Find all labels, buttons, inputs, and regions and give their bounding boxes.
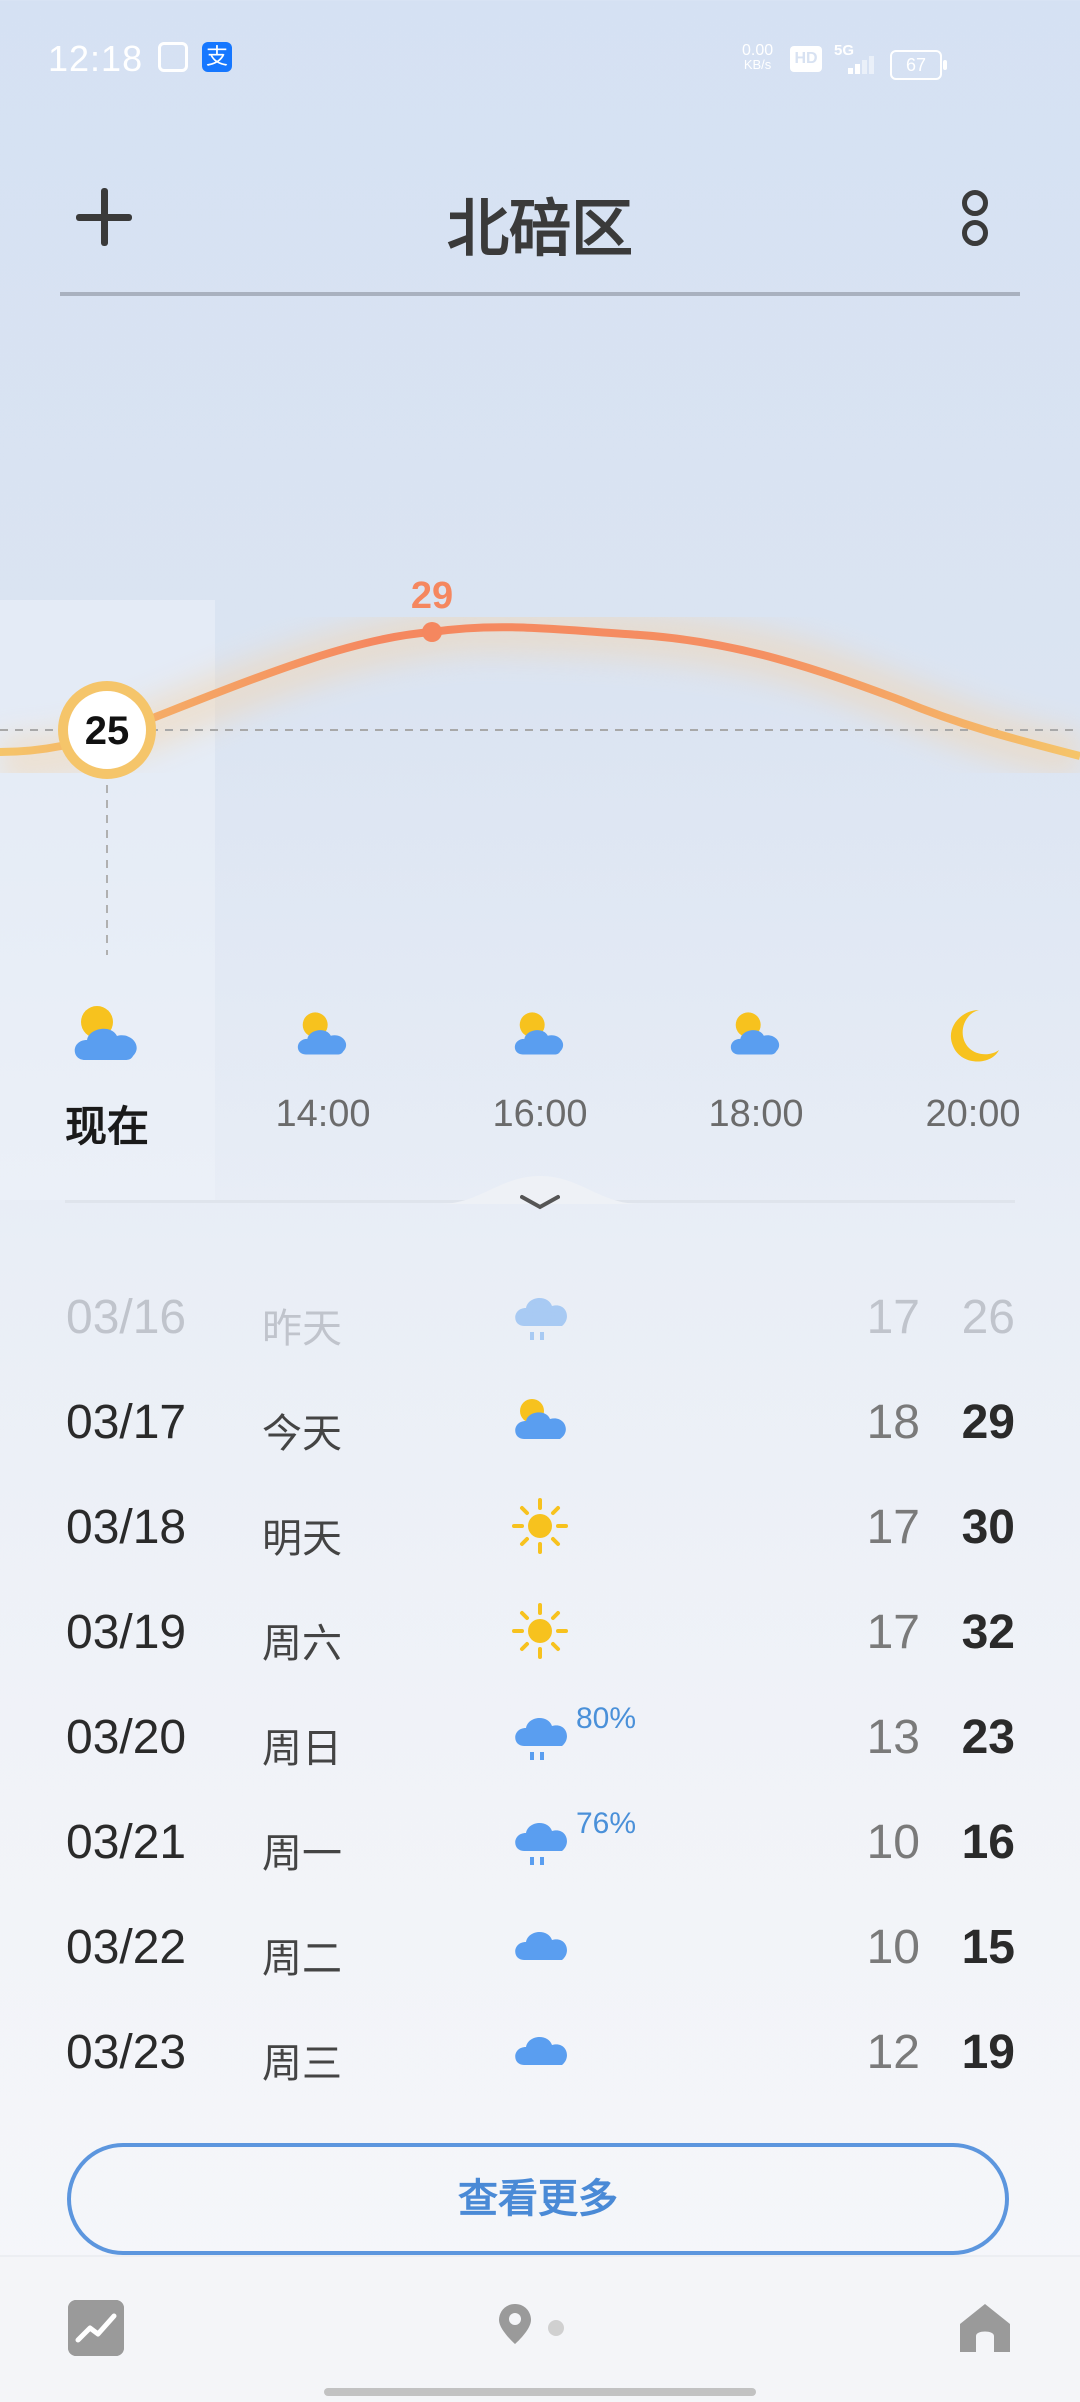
view-more-button[interactable]: 查看更多 (67, 2143, 1009, 2255)
daily-day: 明天 (262, 1517, 342, 1561)
daily-date: 03/19 (66, 1606, 187, 1659)
daily-low: 10 (866, 1816, 920, 1869)
net-speed: 0.00 KB/s (742, 42, 774, 72)
partly-cloudy-icon (514, 1012, 564, 1055)
daily-pop: 76% (576, 1807, 637, 1840)
rain-cloud-icon (515, 1297, 567, 1340)
temperature-curve-chart: 29 25 (0, 575, 1080, 955)
hour-item[interactable]: 20:00 (898, 1000, 1048, 1136)
cloud-icon (515, 1931, 567, 1960)
daily-high: 15 (961, 1921, 1015, 1974)
hour-label: 18:00 (708, 1093, 804, 1135)
moon-icon (950, 1010, 999, 1062)
daily-day: 周一 (262, 1832, 342, 1876)
hour-item[interactable]: 14:00 (248, 1000, 398, 1136)
daily-low: 10 (866, 1921, 920, 1974)
hour-label: 16:00 (492, 1093, 588, 1135)
daily-high: 16 (961, 1816, 1015, 1869)
daily-date: 03/20 (66, 1711, 187, 1764)
city-title: 北碚区 (446, 195, 633, 264)
daily-high: 23 (961, 1711, 1015, 1764)
daily-row[interactable]: 03/17 今天 18 29 (0, 1365, 1080, 1470)
daily-pop: 80% (576, 1702, 637, 1735)
daily-high: 19 (961, 2026, 1015, 2079)
daily-date: 03/21 (66, 1816, 187, 1869)
hour-label: 现在 (64, 1103, 149, 1150)
trend-chart-icon[interactable] (68, 2300, 124, 2356)
shield-app-icon (158, 42, 188, 72)
status-time: 12:18 (48, 38, 144, 79)
hour-item[interactable]: 18:00 (681, 1000, 831, 1136)
daily-low: 12 (866, 2026, 920, 2079)
daily-row[interactable]: 03/16 昨天 17 26 (0, 1260, 1080, 1365)
bottom-nav (0, 2255, 1080, 2402)
more-options-button[interactable] (955, 190, 991, 250)
current-temp-label: 25 (85, 709, 130, 753)
partly-cloudy-icon (297, 1012, 347, 1055)
signal-label: 5G (834, 42, 855, 59)
daily-date: 03/23 (66, 2026, 187, 2079)
cloud-icon (515, 2036, 567, 2065)
daily-date: 03/18 (66, 1501, 187, 1554)
daily-day: 周三 (262, 2042, 342, 2086)
daily-low: 17 (866, 1291, 920, 1344)
hour-item[interactable]: 16:00 (465, 1000, 615, 1136)
location-pin-icon[interactable] (497, 2302, 533, 2346)
net-speed-value: 0.00 (742, 42, 774, 59)
daily-low: 17 (866, 1606, 920, 1659)
daily-low: 13 (866, 1711, 920, 1764)
curve-glow (0, 605, 1080, 784)
daily-row[interactable]: 03/19 周六 17 32 (0, 1575, 1080, 1680)
chevron-down-icon[interactable] (520, 1193, 560, 1213)
daily-row[interactable]: 03/20 周日 80% 13 23 (0, 1680, 1080, 1785)
daily-row[interactable]: 03/22 周二 10 15 (0, 1890, 1080, 1995)
daily-high: 29 (961, 1396, 1015, 1449)
daily-day: 周日 (262, 1727, 342, 1771)
daily-day: 昨天 (262, 1307, 342, 1351)
partly-cloudy-icon (74, 1006, 137, 1060)
sun-icon (512, 1603, 568, 1659)
daily-date: 03/17 (66, 1396, 187, 1449)
daily-low: 17 (866, 1501, 920, 1554)
signal-icon: 5G (834, 42, 878, 76)
daily-low: 18 (866, 1396, 920, 1449)
hour-item-now[interactable]: 现在 (32, 1000, 182, 1154)
hour-label: 20:00 (925, 1093, 1021, 1135)
home-indicator[interactable] (324, 2388, 756, 2396)
daily-high: 32 (961, 1606, 1015, 1659)
daily-day: 今天 (262, 1412, 342, 1456)
battery-icon: 67 (890, 50, 947, 80)
partly-cloudy-icon (515, 1399, 566, 1439)
rain-cloud-icon (515, 1822, 567, 1865)
partly-cloudy-icon (730, 1012, 780, 1055)
home-icon[interactable] (956, 2300, 1014, 2356)
net-speed-unit: KB/s (743, 57, 772, 72)
daily-row[interactable]: 03/23 周三 12 19 (0, 1995, 1080, 2100)
daily-date: 03/16 (66, 1291, 187, 1344)
hd-icon: HD (790, 46, 822, 72)
peak-temp-label: 29 (411, 575, 453, 617)
page-indicator-dot (548, 2320, 564, 2336)
header-divider (60, 292, 1020, 296)
hour-label: 14:00 (275, 1093, 371, 1135)
daily-date: 03/22 (66, 1921, 187, 1974)
daily-row[interactable]: 03/18 明天 17 30 (0, 1470, 1080, 1575)
sun-icon (512, 1498, 568, 1554)
daily-high: 30 (961, 1501, 1015, 1554)
alipay-icon: 支 (202, 42, 232, 72)
rain-cloud-icon (515, 1717, 567, 1760)
peak-point (422, 622, 442, 642)
daily-high: 26 (961, 1291, 1015, 1344)
daily-day: 周二 (262, 1937, 342, 1981)
daily-day: 周六 (262, 1622, 342, 1666)
daily-row[interactable]: 03/21 周一 76% 10 16 (0, 1785, 1080, 1890)
